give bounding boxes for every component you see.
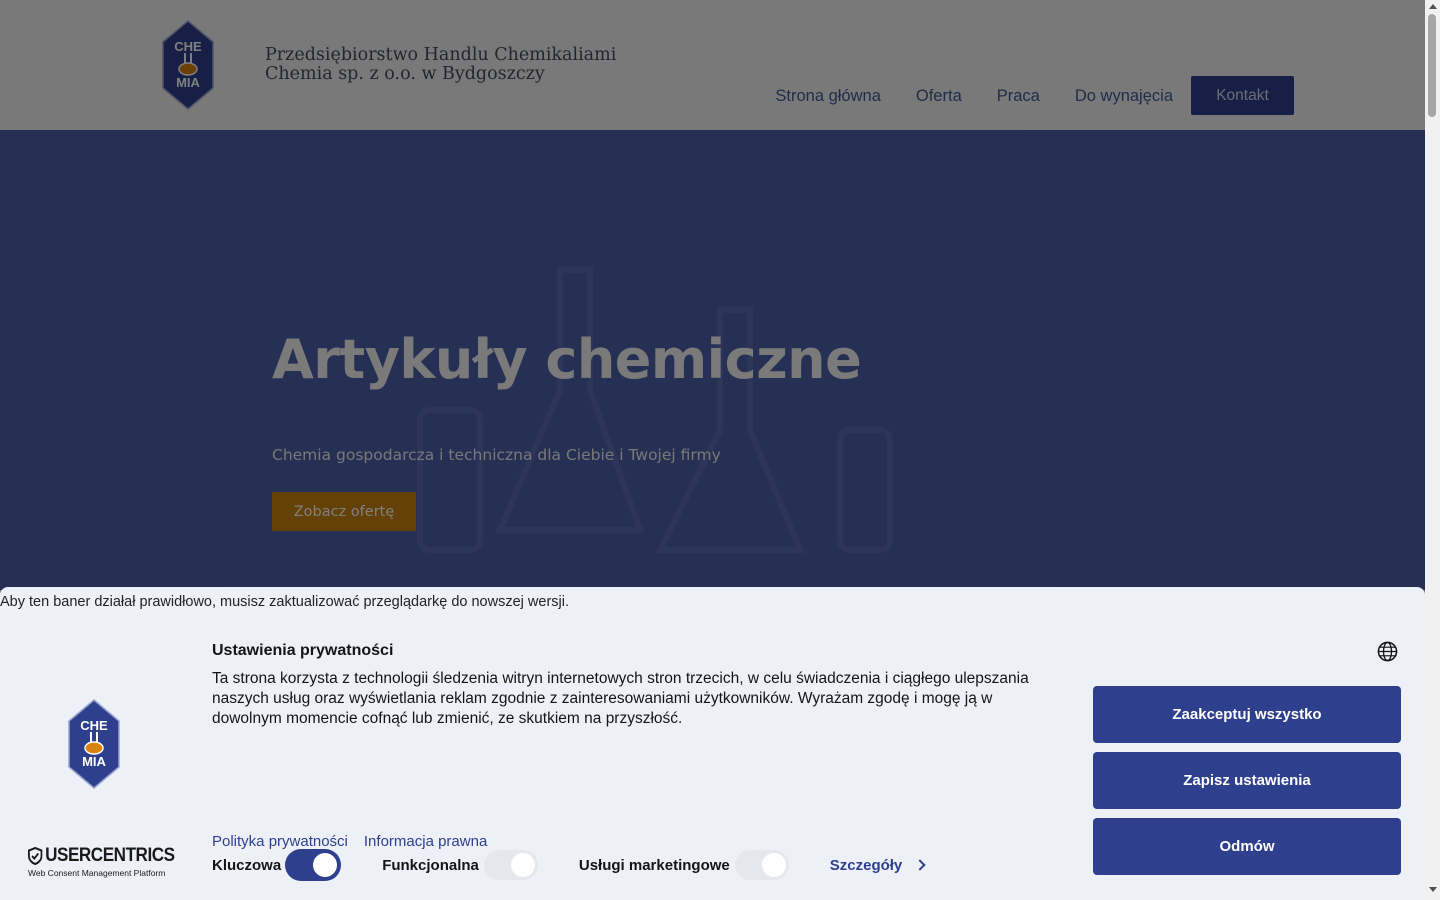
scroll-down-arrow-icon[interactable]: [1429, 887, 1437, 892]
banner-logo-text-top: CHE: [80, 718, 108, 733]
chevron-right-icon: [914, 859, 926, 871]
marketing-toggle[interactable]: [734, 850, 789, 880]
consent-buttons: Zaakceptuj wszystko Zapisz ustawienia Od…: [1093, 686, 1401, 884]
marketing-label: Usługi marketingowe: [578, 856, 730, 874]
scroll-up-arrow-icon[interactable]: [1429, 4, 1437, 9]
toggle-knob: [510, 853, 535, 877]
banner-logo-text-bottom: MIA: [82, 754, 106, 769]
browser-update-notice: Aby ten baner działał prawidłowo, musisz…: [0, 594, 569, 610]
toggle-knob: [761, 853, 786, 877]
scrollbar-thumb[interactable]: [1428, 14, 1436, 117]
shield-check-icon: [28, 847, 43, 865]
functional-label: Funkcjonalna: [382, 856, 479, 874]
cookie-consent-banner: Aby ten baner działał prawidłowo, musisz…: [0, 587, 1425, 900]
essential-toggle[interactable]: [286, 850, 341, 880]
privacy-policy-link[interactable]: Polityka prywatności: [212, 833, 348, 850]
usercentrics-logo[interactable]: USERCENTRICS Web Consent Management Plat…: [28, 845, 191, 878]
legal-links: Polityka prywatności Informacja prawna: [212, 833, 503, 850]
page-scrollbar[interactable]: [1425, 0, 1440, 900]
privacy-settings-title: Ustawienia prywatności: [212, 642, 394, 659]
essential-label: Kluczowa: [212, 856, 282, 874]
toggle-knob: [313, 853, 338, 877]
details-label: Szczegóły: [829, 856, 903, 874]
consent-categories: Kluczowa Funkcjonalna Usługi marketingow…: [212, 850, 926, 880]
language-globe-icon[interactable]: [1377, 641, 1398, 662]
privacy-description: Ta strona korzysta z technologii śledzen…: [212, 670, 1029, 727]
deny-button[interactable]: Odmów: [1093, 818, 1401, 875]
usercentrics-tagline: Web Consent Management Platform: [28, 868, 166, 878]
functional-toggle[interactable]: [483, 850, 538, 880]
save-settings-button[interactable]: Zapisz ustawienia: [1093, 752, 1401, 809]
details-link[interactable]: Szczegóły: [829, 856, 926, 874]
accept-all-button[interactable]: Zaakceptuj wszystko: [1093, 686, 1401, 743]
banner-company-logo: CHE MIA: [68, 699, 120, 789]
usercentrics-brand: USERCENTRICS: [45, 845, 175, 866]
legal-info-link[interactable]: Informacja prawna: [364, 833, 487, 850]
